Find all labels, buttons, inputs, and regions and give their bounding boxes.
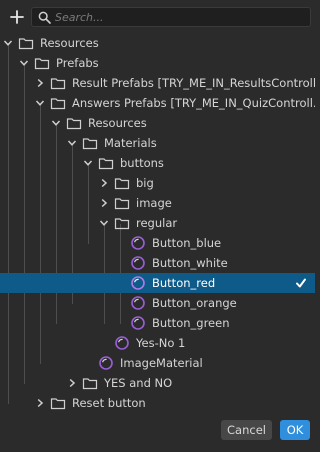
- tree-item-label: Button_white: [152, 256, 228, 270]
- search-input[interactable]: [55, 8, 305, 26]
- folder-icon: [34, 58, 50, 70]
- tree-item-label: Resources: [40, 36, 99, 50]
- tree-item-button-orange[interactable]: Button_orange: [0, 293, 315, 313]
- tree-item-label: Reset button: [72, 396, 146, 410]
- tree-item-materials[interactable]: Materials: [0, 133, 315, 153]
- tree-item-label: Button_red: [152, 276, 216, 290]
- tree-item-label: Materials: [104, 136, 157, 150]
- tree-item-label: Button_orange: [152, 296, 237, 310]
- material-icon: [99, 356, 113, 370]
- chevron-right-icon[interactable]: [34, 397, 46, 409]
- folder-icon: [82, 138, 98, 150]
- chevron-down-icon[interactable]: [98, 217, 110, 229]
- tree-item-buttons[interactable]: buttons: [0, 153, 315, 173]
- tree-item-label: ImageMaterial: [120, 356, 203, 370]
- tree-item-label: regular: [136, 216, 178, 230]
- chevron-down-icon[interactable]: [66, 137, 78, 149]
- folder-icon: [114, 218, 130, 230]
- tree-item-label: image: [136, 196, 172, 210]
- folder-icon: [50, 78, 66, 90]
- folder-icon: [114, 178, 130, 190]
- search-box[interactable]: [31, 7, 311, 27]
- material-icon: [131, 296, 145, 310]
- tree-item-yes-and-no[interactable]: YES and NO: [0, 373, 315, 393]
- tree-item-label: Resources: [88, 116, 147, 130]
- tree-item-resources-nested[interactable]: Resources: [0, 113, 315, 133]
- tree-item-label: Prefabs: [56, 56, 99, 70]
- tree-item-big[interactable]: big: [0, 173, 315, 193]
- chevron-right-icon[interactable]: [98, 177, 110, 189]
- tree-item-yes-no-1[interactable]: Yes-No 1: [0, 333, 315, 353]
- chevron-down-icon[interactable]: [2, 37, 14, 49]
- checkmark-icon: [296, 278, 306, 288]
- material-icon: [131, 256, 145, 270]
- tree-item-label: Answers Prefabs [TRY_ME_IN_QuizControll.…: [72, 96, 315, 110]
- folder-icon: [114, 198, 130, 210]
- tree-item-answers-prefabs[interactable]: Answers Prefabs [TRY_ME_IN_QuizControll.…: [0, 93, 315, 113]
- tree-item-regular[interactable]: regular: [0, 213, 315, 233]
- folder-icon: [98, 158, 114, 170]
- tree-item-button-red[interactable]: Button_red: [0, 273, 315, 293]
- tree-item-result-prefabs[interactable]: Result Prefabs [TRY_ME_IN_ResultsControl…: [0, 73, 315, 93]
- tree-item-label: Result Prefabs [TRY_ME_IN_ResultsControl…: [72, 76, 315, 90]
- chevron-right-icon[interactable]: [66, 377, 78, 389]
- add-button[interactable]: [8, 6, 26, 28]
- tree-item-label: buttons: [120, 156, 164, 170]
- cancel-button[interactable]: Cancel: [221, 420, 272, 440]
- tree-item-label: Button_blue: [152, 236, 222, 250]
- chevron-down-icon[interactable]: [34, 97, 46, 109]
- material-icon: [115, 336, 129, 350]
- tree-item-label: YES and NO: [104, 376, 173, 390]
- chevron-down-icon[interactable]: [82, 157, 94, 169]
- tree-item-button-green[interactable]: Button_green: [0, 313, 315, 333]
- ok-button[interactable]: OK: [280, 420, 310, 440]
- tree-item-prefabs[interactable]: Prefabs: [0, 53, 315, 73]
- material-icon: [131, 236, 145, 250]
- tree-item-reset-button[interactable]: Reset button: [0, 393, 315, 413]
- material-icon: [131, 316, 145, 330]
- tree-item-button-blue[interactable]: Button_blue: [0, 233, 315, 253]
- search-icon: [38, 11, 51, 24]
- chevron-right-icon[interactable]: [98, 197, 110, 209]
- folder-icon: [66, 118, 82, 130]
- asset-tree: Resources Prefabs Result Prefabs [TRY_ME…: [0, 33, 315, 413]
- tree-item-label: Yes-No 1: [136, 336, 186, 350]
- tree-item-label: Button_green: [152, 316, 230, 330]
- tree-item-label: big: [136, 176, 154, 190]
- plus-icon: [10, 10, 24, 24]
- tree-item-resources[interactable]: Resources: [0, 33, 315, 53]
- folder-icon: [82, 378, 98, 390]
- tree-item-button-white[interactable]: Button_white: [0, 253, 315, 273]
- toolbar: [0, 0, 315, 34]
- chevron-down-icon[interactable]: [18, 57, 30, 69]
- folder-icon: [50, 398, 66, 410]
- material-icon: [131, 276, 145, 290]
- tree-item-image[interactable]: image: [0, 193, 315, 213]
- folder-icon: [50, 98, 66, 110]
- folder-icon: [18, 38, 34, 50]
- tree-item-imagematerial[interactable]: ImageMaterial: [0, 353, 315, 373]
- chevron-down-icon[interactable]: [50, 117, 62, 129]
- chevron-right-icon[interactable]: [34, 77, 46, 89]
